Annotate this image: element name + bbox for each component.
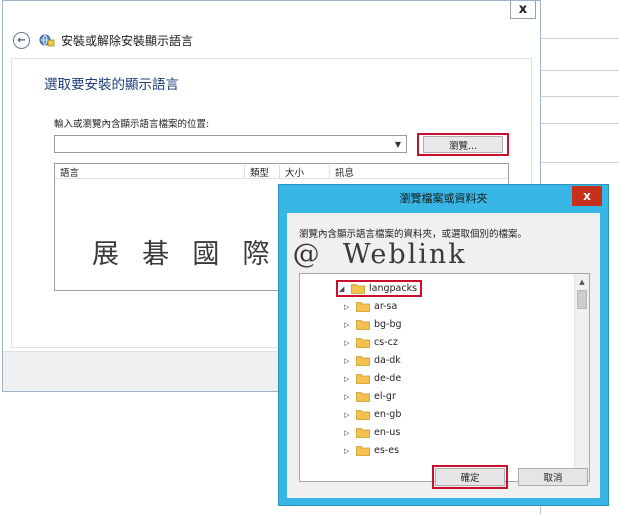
tree-item-label: de-de — [374, 373, 402, 384]
folder-icon — [351, 284, 365, 294]
wizard-nav-bar: ← 安裝或解除安裝顯示語言 — [3, 25, 540, 55]
page-heading: 選取要安裝的顯示語言 — [44, 77, 179, 93]
tree-item-label: ar-sa — [374, 301, 398, 312]
folder-icon — [356, 428, 370, 438]
tree-item[interactable]: ▷ bg-bg — [344, 316, 402, 333]
tree-item[interactable]: ▷ ar-sa — [344, 298, 397, 315]
tree-item-label: es-es — [374, 445, 400, 456]
background-divider — [541, 38, 619, 39]
tree-item[interactable]: ▷ cs-cz — [344, 334, 398, 351]
table-header: 語言 類型 大小 訊息 — [55, 164, 508, 179]
column-type[interactable]: 類型 — [245, 165, 280, 179]
tree-item-langpacks[interactable]: ◢ langpacks — [336, 280, 423, 297]
ok-button-highlight: 確定 — [432, 465, 508, 489]
folder-icon — [356, 374, 370, 384]
folder-icon — [356, 338, 370, 348]
dialog-titlebar: 瀏覽檔案或資料夾 — [279, 185, 608, 211]
dialog-close-button[interactable]: x — [572, 186, 602, 206]
tree-item[interactable]: ▷ en-us — [344, 424, 400, 441]
expand-icon[interactable]: ▷ — [344, 393, 353, 401]
close-icon: x — [583, 189, 591, 203]
scrollbar-thumb[interactable] — [577, 290, 587, 309]
close-icon: x — [518, 2, 528, 17]
column-language[interactable]: 語言 — [55, 165, 245, 179]
tree-item[interactable]: ▷ el-gr — [344, 388, 396, 405]
back-arrow-icon: ← — [17, 34, 26, 46]
tree-item[interactable]: ▷ en-gb — [344, 406, 401, 423]
window-titlebar: x — [3, 1, 540, 23]
tree-item-label: en-us — [374, 427, 401, 438]
tree-item-label: da-dk — [374, 355, 401, 366]
folder-icon — [356, 302, 370, 312]
expand-icon[interactable]: ▷ — [344, 357, 353, 365]
watermark-text: 展 碁 國 際 @ Weblink — [92, 239, 467, 270]
path-label: 輸入或瀏覽內含顯示語言檔案的位置: — [54, 119, 210, 130]
folder-icon — [356, 392, 370, 402]
folder-icon — [356, 320, 370, 330]
tree-item-label: en-gb — [374, 409, 402, 420]
background-divider — [541, 70, 619, 71]
cancel-button-wrap: 取消 — [517, 465, 589, 489]
path-combobox[interactable]: ▼ — [54, 135, 407, 153]
tree-scrollbar[interactable]: ▲ ▼ — [574, 274, 589, 481]
tree-item[interactable]: ▷ da-dk — [344, 352, 401, 369]
expand-icon[interactable]: ▷ — [344, 303, 353, 311]
tree-item-label: bg-bg — [374, 319, 402, 330]
ok-button[interactable]: 確定 — [435, 468, 505, 486]
tree-item-label: el-gr — [374, 391, 396, 402]
folder-tree[interactable]: ◢ langpacks ▷ ar-sa ▷ bg-bg ▷ cs-cz ▷ da… — [299, 273, 590, 482]
column-message[interactable]: 訊息 — [330, 165, 450, 179]
background-divider — [541, 123, 619, 124]
background-divider — [541, 162, 619, 163]
folder-icon — [356, 410, 370, 420]
tree-item[interactable]: ▷ es-es — [344, 442, 399, 459]
background-divider — [541, 96, 619, 97]
browse-button-highlight: 瀏覽... — [417, 133, 509, 156]
scroll-up-icon[interactable]: ▲ — [575, 275, 589, 288]
column-size[interactable]: 大小 — [280, 165, 330, 179]
browse-button[interactable]: 瀏覽... — [423, 136, 503, 153]
expand-icon[interactable]: ▷ — [344, 447, 353, 455]
expand-icon[interactable]: ▷ — [344, 429, 353, 437]
expand-icon[interactable]: ▷ — [344, 375, 353, 383]
tree-item-label: langpacks — [369, 283, 418, 294]
collapse-icon[interactable]: ◢ — [339, 285, 348, 293]
cancel-button[interactable]: 取消 — [518, 468, 588, 486]
back-button[interactable]: ← — [13, 31, 30, 49]
expand-icon[interactable]: ▷ — [344, 321, 353, 329]
expand-icon[interactable]: ▷ — [344, 339, 353, 347]
wizard-title: 安裝或解除安裝顯示語言 — [61, 33, 194, 48]
folder-icon — [356, 446, 370, 456]
language-globe-icon — [39, 34, 55, 47]
expand-icon[interactable]: ▷ — [344, 411, 353, 419]
close-button[interactable]: x — [510, 1, 536, 19]
chevron-down-icon[interactable]: ▼ — [390, 136, 406, 152]
dialog-title: 瀏覽檔案或資料夾 — [399, 192, 488, 205]
folder-icon — [356, 356, 370, 366]
tree-item-label: cs-cz — [374, 337, 398, 348]
tree-item[interactable]: ▷ de-de — [344, 370, 401, 387]
